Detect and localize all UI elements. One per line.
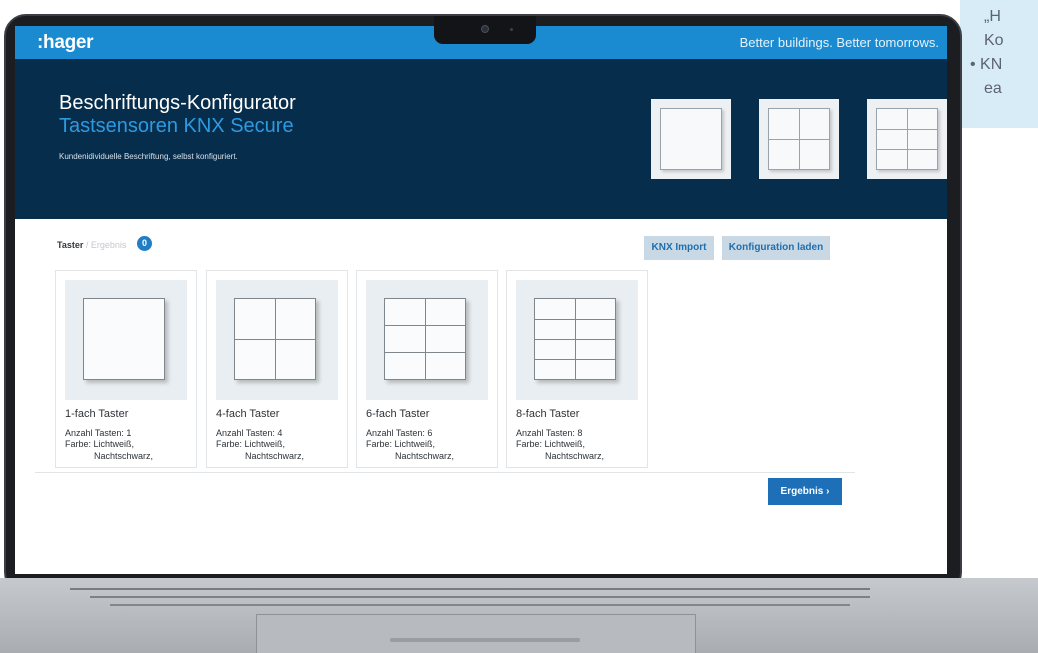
product-title: 1-fach Taster xyxy=(65,408,129,420)
callout-text: Ko xyxy=(984,32,1004,49)
product-color-more: Nachtschwarz, xyxy=(245,451,305,461)
camera-notch xyxy=(434,16,536,44)
product-image xyxy=(516,280,638,400)
info-callout: „H Ko • KN ea xyxy=(960,0,1038,128)
knx-import-button[interactable]: KNX Import xyxy=(644,236,714,260)
switch-1-key-icon xyxy=(660,108,722,170)
ergebnis-button[interactable]: Ergebnis › xyxy=(768,478,842,505)
switch-6-key-icon xyxy=(876,108,938,170)
hero-thumb-4-key xyxy=(759,99,839,179)
keyboard-row xyxy=(90,596,870,598)
product-card-1-fach[interactable]: 1-fach Taster Anzahl Tasten: 1 Farbe: Li… xyxy=(55,270,197,468)
product-color-more: Nachtschwarz, xyxy=(545,451,605,461)
product-color: Farbe: Lichtweiß, xyxy=(516,439,586,449)
product-key-count: Anzahl Tasten: 1 xyxy=(65,428,132,438)
keyboard-row xyxy=(110,604,850,606)
callout-text: „H xyxy=(984,8,1001,25)
result-count-badge: 0 xyxy=(137,236,152,251)
product-card-4-fach[interactable]: 4-fach Taster Anzahl Tasten: 4 Farbe: Li… xyxy=(206,270,348,468)
breadcrumb-taster[interactable]: Taster xyxy=(57,240,83,250)
brand-tagline: Better buildings. Better tomorrows. xyxy=(739,35,939,50)
product-title: 6-fach Taster xyxy=(366,408,430,420)
switch-6-key-icon xyxy=(384,298,466,380)
product-title: 8-fach Taster xyxy=(516,408,580,420)
camera-light-icon xyxy=(510,28,513,31)
product-color: Farbe: Lichtweiß, xyxy=(216,439,286,449)
breadcrumb: Taster / Ergebnis xyxy=(57,240,126,250)
product-key-count: Anzahl Tasten: 8 xyxy=(516,428,583,438)
divider xyxy=(35,472,855,473)
hero-thumb-1-key xyxy=(651,99,731,179)
load-configuration-button[interactable]: Konfiguration laden xyxy=(722,236,830,260)
switch-4-key-icon xyxy=(234,298,316,380)
product-image xyxy=(216,280,338,400)
ergebnis-button-label: Ergebnis xyxy=(780,486,824,497)
product-color-more: Nachtschwarz, xyxy=(395,451,455,461)
page-subtitle: Tastsensoren KNX Secure xyxy=(59,115,294,137)
product-color: Farbe: Lichtweiß, xyxy=(366,439,436,449)
laptop-base-notch xyxy=(390,638,580,642)
product-image xyxy=(65,280,187,400)
webcam-icon xyxy=(481,25,489,33)
chevron-right-icon: › xyxy=(826,486,830,497)
product-card-6-fach[interactable]: 6-fach Taster Anzahl Tasten: 6 Farbe: Li… xyxy=(356,270,498,468)
product-color-more: Nachtschwarz, xyxy=(94,451,154,461)
product-title: 4-fach Taster xyxy=(216,408,280,420)
product-key-count: Anzahl Tasten: 6 xyxy=(366,428,433,438)
switch-4-key-icon xyxy=(768,108,830,170)
product-color: Farbe: Lichtweiß, xyxy=(65,439,135,449)
product-image xyxy=(366,280,488,400)
hero-banner: Beschriftungs-Konfigurator Tastsensoren … xyxy=(15,59,947,219)
hager-logo[interactable]: :hager xyxy=(37,32,94,54)
page-description: Kundenidividuelle Beschriftung, selbst k… xyxy=(59,152,238,161)
keyboard-row xyxy=(70,588,870,590)
page-title: Beschriftungs-Konfigurator xyxy=(59,92,296,114)
callout-bullet-text: • KN xyxy=(970,56,1003,73)
marketing-image: „H Ko • KN ea :hager Better buildings. B… xyxy=(0,0,1038,653)
callout-text: ea xyxy=(984,80,1002,97)
switch-8-key-icon xyxy=(534,298,616,380)
trackpad xyxy=(256,614,696,653)
product-card-8-fach[interactable]: 8-fach Taster Anzahl Tasten: 8 Farbe: Li… xyxy=(506,270,648,468)
switch-1-key-icon xyxy=(83,298,165,380)
breadcrumb-separator: / xyxy=(85,240,89,250)
laptop-screen: :hager Better buildings. Better tomorrow… xyxy=(15,26,947,574)
breadcrumb-ergebnis[interactable]: Ergebnis xyxy=(91,240,127,250)
product-key-count: Anzahl Tasten: 4 xyxy=(216,428,283,438)
hero-thumb-6-key xyxy=(867,99,947,179)
